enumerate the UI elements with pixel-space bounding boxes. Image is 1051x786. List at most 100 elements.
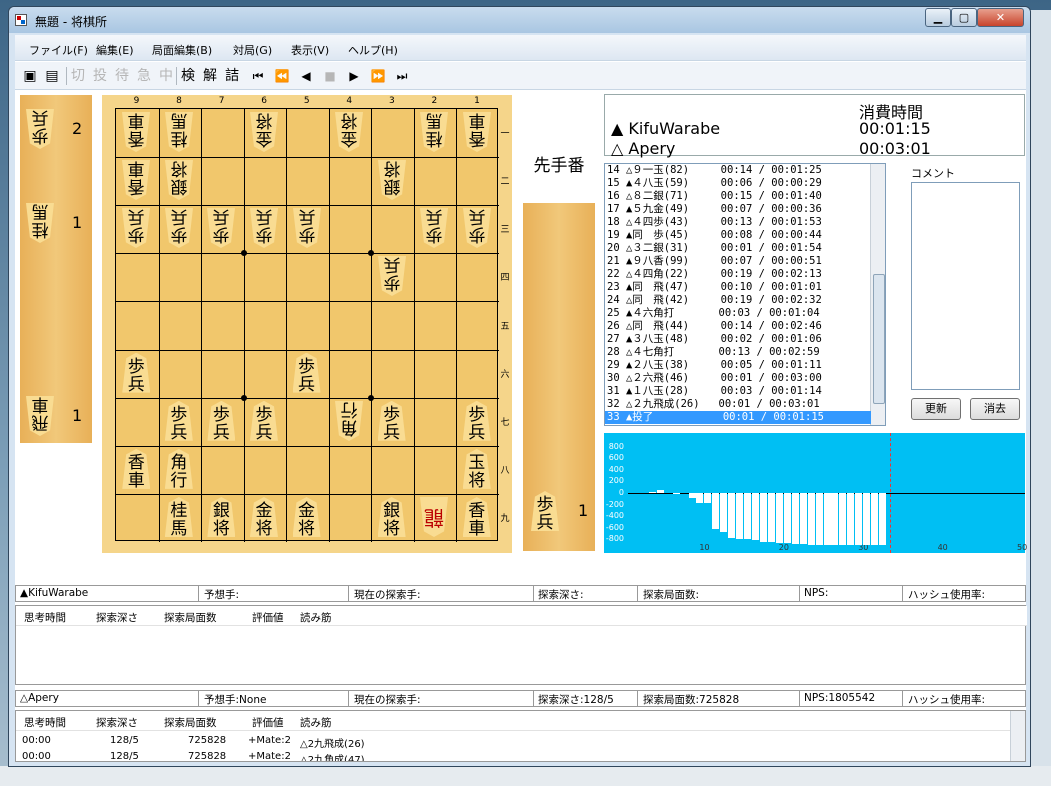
menu-edit[interactable]: 編集(E) [96, 42, 134, 58]
kifu-move[interactable]: 21 ▲９八香(99) 00:07 / 00:00:51 [605, 255, 871, 268]
menu-position-edit[interactable]: 局面編集(B) [152, 42, 212, 58]
board-piece[interactable]: 銀将 [207, 496, 236, 537]
kifu-move[interactable]: 17 ▲５九金(49) 00:07 / 00:00:36 [605, 203, 871, 216]
col-depth[interactable]: 探索深さ [96, 715, 138, 730]
kifu-move[interactable]: 16 △８二銀(71) 00:15 / 00:01:40 [605, 190, 871, 203]
toolbar-button-3[interactable]: 投 [91, 67, 109, 85]
kifu-move[interactable]: 28 △４七角打 00:13 / 00:02:59 [605, 346, 871, 359]
board-piece[interactable]: 歩兵 [122, 208, 150, 248]
menu-file[interactable]: ファイル(F) [29, 42, 88, 58]
gote-hand-piece[interactable]: 歩兵 [26, 109, 54, 149]
board-piece[interactable]: 龍 [420, 497, 448, 537]
kifu-move[interactable]: 33 ▲投了 00:01 / 00:01:15 [605, 411, 871, 424]
kifu-move[interactable]: 14 △９一玉(82) 00:14 / 00:01:25 [605, 164, 871, 177]
board-piece[interactable]: 歩兵 [164, 400, 193, 441]
board-piece[interactable]: 歩兵 [207, 400, 236, 441]
kifu-scrollbar[interactable] [870, 164, 885, 425]
kifu-scroll-thumb[interactable] [873, 274, 885, 404]
kifu-move[interactable]: 27 ▲３八玉(48) 00:02 / 00:01:06 [605, 333, 871, 346]
board-piece[interactable]: 香車 [122, 448, 151, 489]
board-piece[interactable]: 銀将 [378, 160, 406, 200]
kifu-move[interactable]: 29 ▲２八玉(38) 00:05 / 00:01:11 [605, 359, 871, 372]
gote-hand-piece[interactable]: 飛車 [26, 396, 54, 436]
col-nodes[interactable]: 探索局面数 [164, 715, 217, 730]
toolbar-button-2[interactable]: 切 [69, 67, 87, 85]
board-piece[interactable]: 歩兵 [420, 208, 448, 248]
save-icon[interactable]: ▤ [43, 67, 61, 85]
board-piece[interactable]: 桂馬 [165, 112, 193, 152]
board-piece[interactable]: 金将 [249, 496, 278, 537]
toolbar-button-4[interactable]: 待 [113, 67, 131, 85]
board-piece[interactable]: 歩兵 [122, 352, 151, 393]
col-score[interactable]: 評価値 [252, 610, 284, 625]
toolbar-button-8[interactable]: 解 [201, 67, 219, 85]
think-row[interactable]: 00:00 128/5 725828 +Mate:2 △2九飛成(26) [16, 733, 1006, 750]
gote-think-list[interactable]: 思考時間 探索深さ 探索局面数 評価値 読み筋 00:00 128/5 725828… [15, 710, 1026, 762]
col-pv[interactable]: 読み筋 [300, 715, 332, 730]
board-piece[interactable]: 銀将 [165, 160, 193, 200]
kifu-list[interactable]: 14 △９一玉(82) 00:14 / 00:01:25 15 ▲４八玉(59) … [604, 163, 886, 426]
title-bar[interactable]: 無題 - 将棋所 ▁ ▢ ✕ [9, 7, 1030, 33]
forward-10-icon[interactable]: ⏩ [369, 67, 387, 85]
board-piece[interactable]: 歩兵 [462, 400, 491, 441]
board-piece[interactable]: 玉将 [462, 448, 491, 489]
board-piece[interactable]: 香車 [122, 160, 150, 200]
board-piece[interactable]: 金将 [250, 112, 278, 152]
board-piece[interactable]: 角行 [164, 448, 193, 489]
kifu-move[interactable]: 31 ▲１八玉(28) 00:03 / 00:01:14 [605, 385, 871, 398]
open-icon[interactable]: ▣ [21, 67, 39, 85]
update-button[interactable]: 更新 [911, 398, 961, 420]
kifu-move[interactable]: 19 ▲同 歩(45) 00:08 / 00:00:44 [605, 229, 871, 242]
col-think-time[interactable]: 思考時間 [24, 715, 66, 730]
kifu-move[interactable]: 22 △４四角(22) 00:19 / 00:02:13 [605, 268, 871, 281]
maximize-button[interactable]: ▢ [951, 8, 977, 27]
kifu-move[interactable]: 15 ▲４八玉(59) 00:06 / 00:00:29 [605, 177, 871, 190]
board-piece[interactable]: 銀将 [377, 496, 406, 537]
board-piece[interactable]: 角行 [335, 401, 363, 441]
menu-game[interactable]: 対局(G) [233, 42, 272, 58]
forward-icon[interactable]: ▶ [345, 67, 363, 85]
stop-icon[interactable]: ■ [321, 67, 339, 85]
minimize-button[interactable]: ▁ [925, 8, 951, 27]
kifu-move[interactable]: 24 △同 飛(42) 00:19 / 00:02:32 [605, 294, 871, 307]
think-row[interactable]: 00:00 128/5 725828 +Mate:2 △2九角成(47) [16, 749, 1006, 761]
clear-button[interactable]: 消去 [970, 398, 1020, 420]
toolbar-button-5[interactable]: 急 [135, 67, 153, 85]
toolbar-button-6[interactable]: 中 [157, 67, 175, 85]
board-piece[interactable]: 香車 [462, 496, 491, 537]
sente-hand-piece[interactable]: 歩兵 [531, 491, 559, 531]
board-piece[interactable]: 香車 [463, 112, 491, 152]
board-piece[interactable]: 香車 [122, 112, 150, 152]
kifu-move[interactable]: 26 △同 飛(44) 00:14 / 00:02:46 [605, 320, 871, 333]
first-move-icon[interactable]: ⏮ [249, 67, 267, 85]
board-piece[interactable]: 歩兵 [292, 352, 321, 393]
kifu-move[interactable]: 18 △４四歩(43) 00:13 / 00:01:53 [605, 216, 871, 229]
kifu-move[interactable]: 30 △２六飛(46) 00:01 / 00:03:00 [605, 372, 871, 385]
board-piece[interactable]: 歩兵 [463, 208, 491, 248]
col-think-time[interactable]: 思考時間 [24, 610, 66, 625]
comment-textarea[interactable] [911, 182, 1020, 390]
kifu-move[interactable]: 23 ▲同 飛(47) 00:10 / 00:01:01 [605, 281, 871, 294]
col-pv[interactable]: 読み筋 [300, 610, 332, 625]
sente-think-list[interactable]: 思考時間 探索深さ 探索局面数 評価値 読み筋 [15, 605, 1027, 685]
kifu-move[interactable]: 32 △２九飛成(26) 00:01 / 00:03:01 [605, 398, 871, 411]
kifu-move[interactable]: 20 △３二銀(31) 00:01 / 00:01:54 [605, 242, 871, 255]
board-piece[interactable]: 桂馬 [420, 112, 448, 152]
back-10-icon[interactable]: ⏪ [273, 67, 291, 85]
col-score[interactable]: 評価値 [252, 715, 284, 730]
board-piece[interactable]: 金将 [292, 496, 321, 537]
menu-view[interactable]: 表示(V) [291, 42, 329, 58]
board-piece[interactable]: 歩兵 [293, 208, 321, 248]
board-piece[interactable]: 歩兵 [207, 208, 235, 248]
toolbar-button-9[interactable]: 詰 [223, 67, 241, 85]
kifu-move[interactable]: 25 ▲４六角打 00:03 / 00:01:04 [605, 307, 871, 320]
board-piece[interactable]: 歩兵 [378, 256, 406, 296]
menu-help[interactable]: ヘルプ(H) [348, 42, 398, 58]
toolbar-button-7[interactable]: 検 [179, 67, 197, 85]
close-button[interactable]: ✕ [977, 8, 1024, 27]
last-move-icon[interactable]: ⏭ [393, 67, 411, 85]
col-depth[interactable]: 探索深さ [96, 610, 138, 625]
board-piece[interactable]: 桂馬 [164, 496, 193, 537]
board-piece[interactable]: 歩兵 [250, 208, 278, 248]
eval-graph[interactable]: 800 600 400 200 0 -200 -400 -600 -800 10 20 30 40 50 [604, 433, 1027, 553]
